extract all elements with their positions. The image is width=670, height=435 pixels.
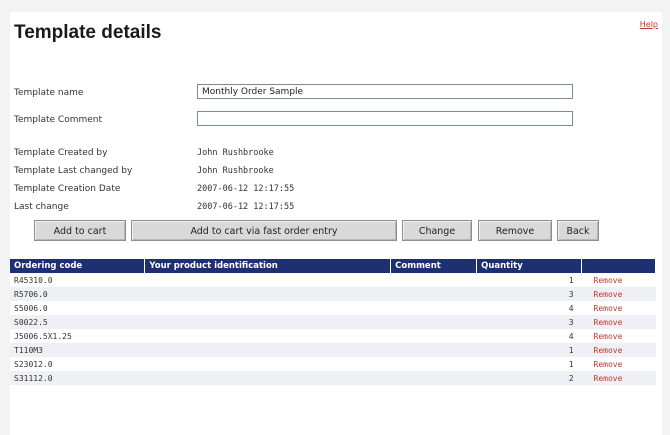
remove-button[interactable]: Remove (478, 220, 552, 241)
change-button[interactable]: Change (402, 220, 472, 241)
cell-code: R5706.0 (10, 287, 145, 301)
last-change-value: 2007-06-12 12:17:55 (197, 202, 295, 212)
cell-quantity: 1 (568, 275, 574, 285)
cell-code: S23012.0 (14, 359, 53, 369)
table-row: S5006.0 4 Remove (10, 301, 656, 315)
table-row: S23012.0 1 Remove (10, 357, 656, 371)
row-remove-link[interactable]: Remove (582, 357, 656, 371)
template-name-label: Template name (14, 88, 84, 98)
cell-quantity: 3 (476, 315, 582, 329)
row-remove-link[interactable]: Remove (582, 273, 656, 287)
changed-by-label: Template Last changed by (14, 166, 133, 176)
cell-code: J5006.5X1.25 (14, 331, 72, 341)
col-ordering-code: Ordering code (10, 259, 146, 273)
row-remove-link[interactable]: Remove (582, 329, 656, 343)
cell-comment (391, 329, 477, 343)
cell-quantity: 2 (476, 371, 582, 385)
cell-comment (391, 357, 477, 371)
table-row: R45310.0 1 Remove (10, 273, 656, 287)
add-fast-order-button[interactable]: Add to cart via fast order entry (131, 220, 397, 241)
cell-pid (144, 371, 391, 385)
add-to-cart-button[interactable]: Add to cart (34, 220, 126, 241)
cell-pid (145, 273, 391, 287)
cell-pid (145, 329, 391, 343)
created-by-label: Template Created by (14, 148, 108, 158)
cell-quantity: 4 (568, 331, 574, 341)
cell-pid (144, 315, 391, 329)
table-row: T110M3 1 Remove (10, 343, 656, 357)
col-actions (581, 259, 656, 273)
template-name-input[interactable]: Monthly Order Sample (197, 84, 573, 99)
created-by-value: John Rushbrooke (197, 148, 274, 158)
cell-code: S31112.0 (10, 371, 145, 385)
cell-code: S5006.0 (14, 303, 48, 313)
cell-pid (144, 343, 391, 357)
cell-comment (390, 343, 477, 357)
help-link[interactable]: Help (640, 20, 658, 29)
table-header-row: Ordering code Your product identificatio… (10, 259, 656, 273)
changed-by-value: John Rushbrooke (197, 166, 274, 176)
cell-code: T110M3 (10, 343, 145, 357)
back-button[interactable]: Back (557, 220, 599, 241)
row-remove-link[interactable]: Remove (581, 315, 656, 329)
cell-comment (390, 315, 477, 329)
template-comment-input[interactable] (197, 111, 573, 126)
col-product-identification: Your product identification (144, 259, 392, 273)
cell-pid (144, 287, 391, 301)
table-row: S31112.0 2 Remove (10, 371, 656, 385)
cell-quantity: 1 (568, 359, 574, 369)
table-row: S0022.5 3 Remove (10, 315, 656, 329)
cell-code: S0022.5 (10, 315, 145, 329)
creation-date-label: Template Creation Date (14, 184, 121, 194)
row-remove-link[interactable]: Remove (581, 371, 656, 385)
template-items-table: Ordering code Your product identificatio… (10, 259, 656, 385)
template-comment-label: Template Comment (14, 115, 103, 125)
row-remove-link[interactable]: Remove (581, 343, 656, 357)
table-row: J5006.5X1.25 4 Remove (10, 329, 656, 343)
cell-comment (390, 287, 477, 301)
cell-comment (391, 273, 477, 287)
cell-comment (390, 371, 477, 385)
cell-pid (145, 357, 391, 371)
col-quantity: Quantity (476, 259, 583, 273)
col-comment: Comment (390, 259, 478, 273)
creation-date-value: 2007-06-12 12:17:55 (197, 184, 295, 194)
cell-quantity: 1 (476, 343, 582, 357)
cell-quantity: 4 (568, 303, 574, 313)
cell-code: R45310.0 (14, 275, 53, 285)
page-title: Template details (14, 22, 162, 43)
row-remove-link[interactable]: Remove (581, 287, 656, 301)
last-change-label: Last change (14, 202, 69, 212)
table-row: R5706.0 3 Remove (10, 287, 656, 301)
cell-comment (391, 301, 477, 315)
cell-quantity: 3 (476, 287, 582, 301)
row-remove-link[interactable]: Remove (582, 301, 656, 315)
cell-pid (145, 301, 391, 315)
